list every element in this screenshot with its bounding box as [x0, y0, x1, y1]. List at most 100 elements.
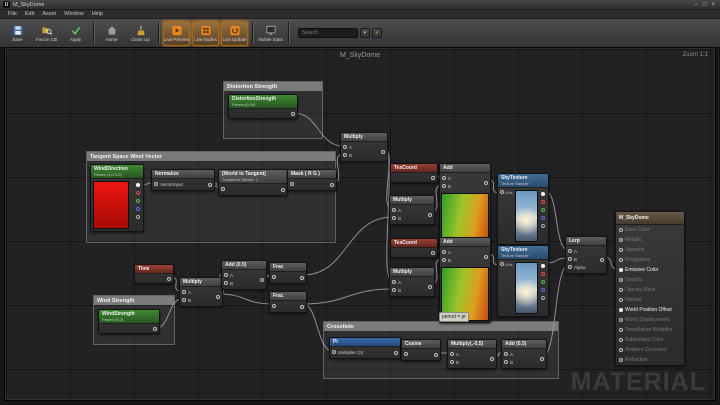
node-lerp[interactable]: LerpABAlpha	[565, 236, 607, 274]
pin[interactable]	[568, 257, 572, 261]
pin[interactable]	[541, 208, 545, 212]
node-skytexture-top[interactable]: SkyTextureTexture SampleUVs	[497, 173, 549, 245]
pin[interactable]	[182, 298, 186, 302]
pin[interactable]	[619, 278, 623, 282]
menu-edit[interactable]: Edit	[21, 11, 38, 17]
search-options-icon[interactable]: ⌕	[372, 28, 382, 38]
pin[interactable]	[442, 258, 446, 262]
pin[interactable]	[619, 248, 623, 252]
pin[interactable]	[504, 352, 508, 356]
pin[interactable]	[392, 216, 396, 220]
pin[interactable]	[484, 181, 488, 185]
pin[interactable]	[153, 327, 157, 331]
node-winddirection-param[interactable]: WindDirectionParam (1,0,0,0)	[90, 164, 144, 232]
pin[interactable]	[136, 215, 140, 219]
node-multiply-distortion[interactable]: MultiplyAB	[340, 132, 388, 162]
node-multiply-pan-bottom[interactable]: MultiplyAB	[389, 267, 435, 297]
pin[interactable]	[541, 272, 545, 276]
node-multiply-pan-top[interactable]: MultiplyAB	[389, 195, 435, 225]
pin[interactable]	[272, 275, 276, 279]
pin[interactable]	[619, 268, 623, 272]
pin[interactable]	[221, 187, 225, 191]
pin[interactable]	[291, 112, 295, 116]
pin[interactable]	[136, 191, 140, 195]
pin[interactable]	[272, 304, 276, 308]
node-pi[interactable]: PiMultiplier (S)	[329, 337, 401, 359]
pin[interactable]	[541, 264, 545, 268]
pin[interactable]	[600, 258, 604, 262]
pin[interactable]	[490, 357, 494, 361]
node-multiply-neg-half[interactable]: Multiply(,-0,5)AB	[447, 339, 497, 369]
pin[interactable]	[404, 352, 408, 356]
pin[interactable]	[343, 153, 347, 157]
pin[interactable]	[136, 199, 140, 203]
pin[interactable]	[619, 258, 623, 262]
node-skytexture-bottom[interactable]: SkyTextureTexture SampleUVs	[497, 245, 549, 317]
pin[interactable]	[619, 338, 623, 342]
minimize-button[interactable]: –	[695, 2, 698, 8]
pin[interactable]	[428, 285, 432, 289]
maximize-button[interactable]: □	[703, 2, 707, 8]
pin[interactable]	[136, 207, 140, 211]
node-cosine[interactable]: Cosine	[401, 339, 441, 361]
pin[interactable]	[568, 265, 572, 269]
pin[interactable]	[619, 328, 623, 332]
pin[interactable]	[619, 298, 623, 302]
save-button[interactable]: Save	[4, 21, 31, 46]
node-normalize[interactable]: NormalizeVectorInput	[151, 169, 215, 191]
pin[interactable]	[541, 192, 545, 196]
node-windstrength-param[interactable]: WindStrengthParam (0,2)	[98, 309, 160, 334]
pin[interactable]	[450, 352, 454, 356]
pin[interactable]	[300, 276, 304, 280]
pin[interactable]	[394, 351, 398, 355]
node-add-half[interactable]: Add (0,5)AB	[221, 260, 267, 290]
pin[interactable]	[431, 176, 435, 180]
live-nodes-button[interactable]: Live Nodes	[192, 21, 219, 46]
node-frac-top[interactable]: Frac	[269, 262, 307, 284]
pin[interactable]	[260, 278, 264, 282]
node-frac-bottom[interactable]: Frac	[269, 291, 307, 313]
chevron-down-icon[interactable]: ▾	[360, 28, 370, 38]
close-button[interactable]: ×	[711, 2, 715, 8]
pin[interactable]	[224, 281, 228, 285]
pin[interactable]	[434, 353, 438, 357]
menu-asset[interactable]: Asset	[38, 11, 60, 17]
pin[interactable]	[619, 288, 623, 292]
pin[interactable]	[182, 290, 186, 294]
menu-file[interactable]: File	[4, 11, 21, 17]
pin[interactable]	[619, 348, 623, 352]
pin[interactable]	[392, 280, 396, 284]
node-add-uv-bottom[interactable]: AddAB	[439, 237, 491, 323]
pin[interactable]	[381, 150, 385, 154]
pin[interactable]	[619, 358, 623, 362]
node-multiply-time[interactable]: MultiplyAB	[179, 277, 223, 307]
pin[interactable]	[619, 308, 623, 312]
pin[interactable]	[224, 273, 228, 277]
graph-canvas[interactable]: Distortion StrengthTangent Space Wind Ve…	[6, 49, 714, 399]
pin[interactable]	[500, 190, 504, 194]
pin[interactable]	[392, 208, 396, 212]
apply-button[interactable]: Apply	[62, 21, 89, 46]
pin[interactable]	[392, 288, 396, 292]
pin[interactable]	[167, 277, 171, 281]
pin[interactable]	[208, 183, 212, 187]
pin[interactable]	[619, 318, 623, 322]
menu-help[interactable]: Help	[88, 11, 107, 17]
node-add-half-crossfade[interactable]: Add (0,5)AB	[501, 339, 547, 369]
pin[interactable]	[619, 228, 623, 232]
pin[interactable]	[428, 213, 432, 217]
pin[interactable]	[500, 262, 504, 266]
pin[interactable]	[541, 200, 545, 204]
pin[interactable]	[290, 182, 294, 186]
node-distortionstrength-param[interactable]: DistortionStrengthParam (0,04)	[228, 94, 298, 119]
pin[interactable]	[541, 224, 545, 228]
pin[interactable]	[541, 280, 545, 284]
node-texcoord-bottom[interactable]: TexCoord	[390, 238, 438, 258]
node-time[interactable]: Time	[134, 264, 174, 284]
pin[interactable]	[541, 288, 545, 292]
pin[interactable]	[541, 296, 545, 300]
pin[interactable]	[540, 357, 544, 361]
pin[interactable]	[568, 249, 572, 253]
pin[interactable]	[136, 183, 140, 187]
pin[interactable]	[343, 145, 347, 149]
